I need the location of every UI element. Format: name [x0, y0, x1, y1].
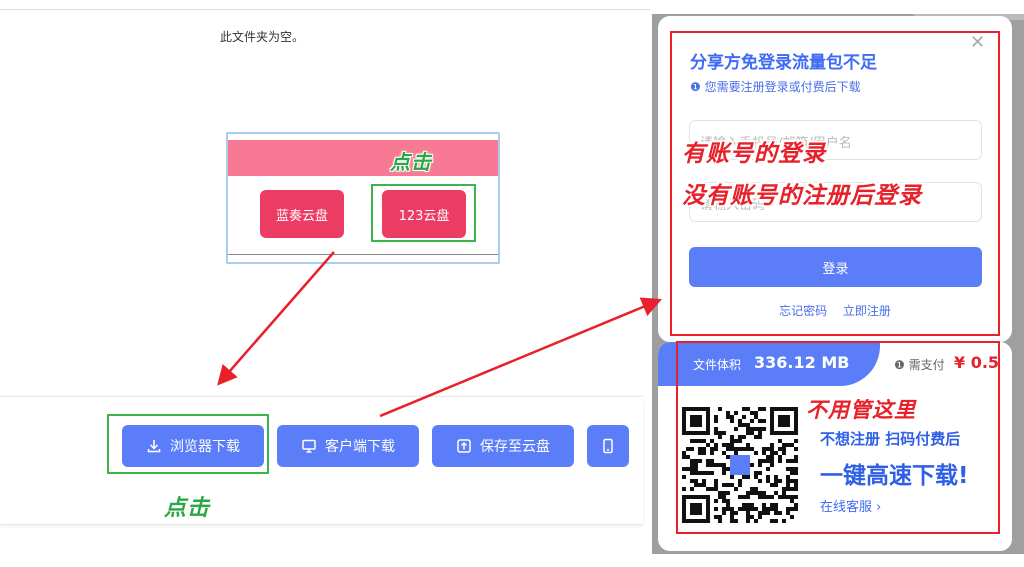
highlight-box [371, 184, 476, 242]
desktop-client-icon [302, 439, 316, 453]
lanzou-cloud-button[interactable]: 蓝奏云盘 [260, 190, 344, 238]
mobile-download-button[interactable] [587, 425, 629, 467]
save-to-cloud-label: 保存至云盘 [480, 439, 550, 455]
highlight-box [670, 31, 1000, 336]
cloud-choice-card: 点击 蓝奏云盘 123云盘 [226, 132, 500, 264]
browser-download-button[interactable]: 浏览器下载 [122, 425, 264, 467]
card-header-bar [228, 140, 498, 176]
download-icon [147, 440, 161, 453]
card-divider [228, 254, 498, 255]
browser-download-label: 浏览器下载 [170, 439, 240, 455]
save-to-cloud-button[interactable]: 保存至云盘 [432, 425, 574, 467]
click-annotation: 点击 [164, 496, 211, 521]
click-annotation: 点击 [390, 150, 432, 174]
highlight-box [676, 341, 1000, 534]
arrow-to-download-bar [217, 251, 335, 386]
download-bar: 浏览器下载 客户端下载 保存至云盘 点击 [0, 396, 643, 525]
client-download-label: 客户端下载 [325, 439, 395, 455]
empty-folder-text: 此文件夹为空。 [220, 30, 305, 44]
upload-icon [457, 439, 471, 453]
client-download-button[interactable]: 客户端下载 [277, 425, 419, 467]
top-divider [0, 9, 650, 10]
phone-icon [603, 438, 613, 454]
